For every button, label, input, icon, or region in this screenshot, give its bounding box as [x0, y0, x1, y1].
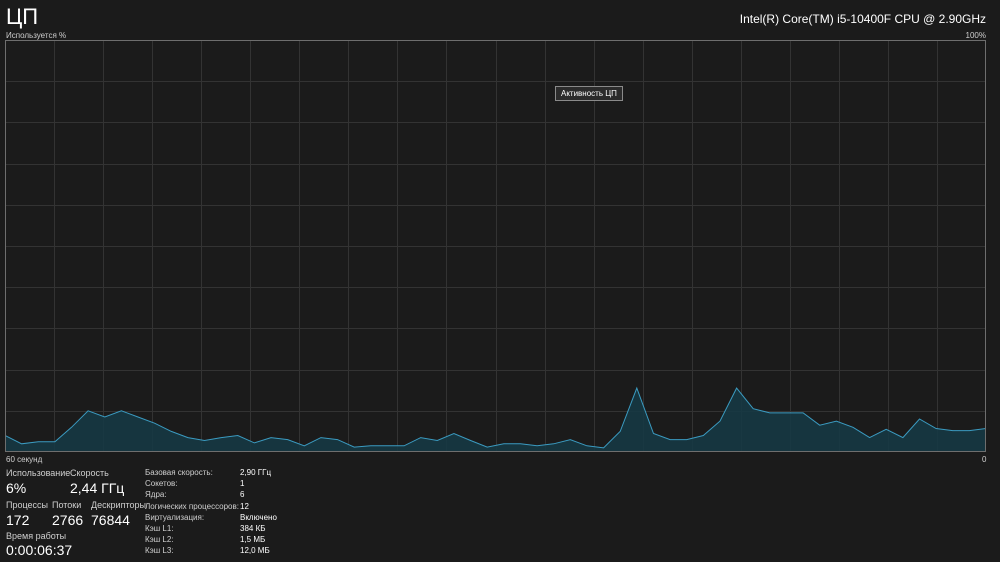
threads-label: Потоки [52, 500, 82, 510]
handles-label: Дескрипторы [91, 500, 146, 510]
uptime-value: 0:00:06:37 [6, 542, 73, 558]
usage-value: 6% [6, 480, 27, 496]
y-axis-label: Используется % [6, 31, 67, 40]
spec-value: 12,0 МБ [240, 546, 270, 555]
spec-key: Кэш L2: [145, 535, 174, 544]
handles-value: 76844 [91, 512, 130, 528]
usage-label: Использование [6, 468, 71, 478]
spec-value: 384 КБ [240, 524, 266, 533]
threads-value: 2766 [52, 512, 84, 528]
x-axis-left-label: 60 секунд [6, 455, 43, 464]
graph-tooltip: Активность ЦП [555, 86, 623, 101]
cpu-model-name: Intel(R) Core(TM) i5-10400F CPU @ 2.90GH… [739, 12, 986, 26]
uptime-label: Время работы [6, 531, 67, 541]
spec-key: Кэш L1: [145, 524, 174, 533]
cpu-usage-graph[interactable] [5, 40, 986, 452]
page-title: ЦП [6, 4, 39, 29]
spec-value: 12 [240, 502, 249, 511]
spec-key: Виртуализация: [145, 513, 205, 522]
spec-value: 6 [240, 490, 245, 499]
speed-value: 2,44 ГГц [70, 480, 125, 496]
spec-key: Логических процессоров: [145, 502, 239, 511]
spec-key: Ядра: [145, 490, 167, 499]
processes-label: Процессы [6, 500, 49, 510]
x-axis-right-label: 0 [982, 455, 987, 464]
spec-value: Включено [240, 513, 277, 522]
spec-value: 1 [240, 479, 245, 488]
processes-value: 172 [6, 512, 30, 528]
spec-value: 2,90 ГГц [240, 468, 272, 477]
speed-label: Скорость [70, 468, 109, 478]
spec-key: Сокетов: [145, 479, 178, 488]
y-axis-max-label: 100% [965, 31, 986, 40]
spec-value: 1,5 МБ [240, 535, 266, 544]
spec-key: Базовая скорость: [145, 468, 213, 477]
spec-key: Кэш L3: [145, 546, 174, 555]
